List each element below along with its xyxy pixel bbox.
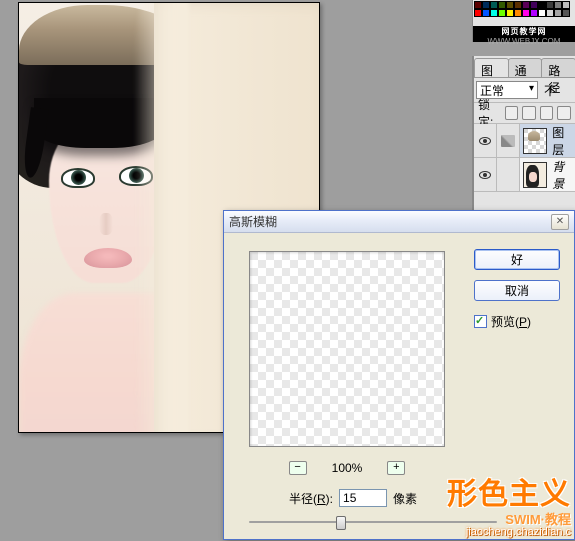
filter-preview[interactable] [249, 251, 445, 447]
swatch[interactable] [498, 1, 506, 9]
radius-slider[interactable] [249, 515, 497, 531]
swatch[interactable] [474, 9, 482, 17]
radius-unit: 像素 [393, 490, 417, 507]
swatch[interactable] [562, 9, 570, 17]
swatch[interactable] [554, 9, 562, 17]
dialog-title: 高斯模糊 [229, 213, 277, 230]
opacity-label: 不 [544, 82, 556, 99]
preview-checkbox[interactable] [474, 315, 487, 328]
preview-checkbox-label: 预览(P) [491, 313, 531, 330]
layer-thumbnail[interactable] [523, 162, 548, 188]
slider-thumb[interactable] [336, 516, 346, 530]
swatch[interactable] [514, 9, 522, 17]
swatch[interactable] [538, 1, 546, 9]
layer-visibility-toggle[interactable] [474, 158, 497, 191]
gaussian-blur-dialog: 高斯模糊 ✕ − 100% + 半径(R): 像素 好 取消 预览(P) [223, 210, 575, 540]
close-button[interactable]: ✕ [551, 214, 569, 230]
swatch[interactable] [554, 1, 562, 9]
cancel-button[interactable]: 取消 [474, 280, 560, 301]
swatch[interactable] [546, 1, 554, 9]
blend-mode-select[interactable]: 正常 [476, 81, 538, 99]
swatch[interactable] [538, 9, 546, 17]
swatch[interactable] [482, 1, 490, 9]
layer-row[interactable]: 图层 [474, 124, 575, 158]
swatch[interactable] [530, 9, 538, 17]
layer-name: 图层 [550, 124, 575, 158]
zoom-value: 100% [332, 461, 363, 475]
brand-url: WWW.WEBJX.COM [488, 37, 561, 46]
zoom-in-button[interactable]: + [387, 461, 405, 475]
swatch[interactable] [562, 1, 570, 9]
layer-visibility-toggle[interactable] [474, 124, 497, 157]
brush-icon [501, 135, 515, 147]
layers-panel: 图层 通道 路径 正常 不 锁定: 图层 背景 [473, 56, 575, 216]
radius-label: 半径(R): [289, 490, 333, 507]
close-icon: ✕ [556, 216, 564, 227]
preview-checkbox-row[interactable]: 预览(P) [474, 313, 560, 330]
zoom-out-button[interactable]: − [289, 461, 307, 475]
swatches-panel: 网页教学网 WWW.WEBJX.COM [473, 0, 575, 42]
radius-input[interactable] [339, 489, 387, 507]
swatch[interactable] [506, 1, 514, 9]
swatch[interactable] [482, 9, 490, 17]
tab-layers[interactable]: 图层 [474, 58, 509, 77]
lock-transparency-icon[interactable] [505, 106, 519, 120]
tab-paths[interactable]: 路径 [541, 58, 575, 77]
brand-title: 网页教学网 [473, 27, 575, 37]
lock-position-icon[interactable] [540, 106, 554, 120]
swatch[interactable] [514, 1, 522, 9]
tab-channels[interactable]: 通道 [508, 58, 543, 77]
brand-banner: 网页教学网 WWW.WEBJX.COM [473, 26, 575, 42]
swatch[interactable] [546, 9, 554, 17]
swatch[interactable] [498, 9, 506, 17]
ok-button[interactable]: 好 [474, 249, 560, 270]
layer-thumbnail[interactable] [523, 128, 548, 154]
swatch[interactable] [506, 9, 514, 17]
swatch[interactable] [530, 1, 538, 9]
lock-all-icon[interactable] [557, 106, 571, 120]
swatch[interactable] [522, 9, 530, 17]
swatch[interactable] [490, 9, 498, 17]
swatch[interactable] [474, 1, 482, 9]
layer-row[interactable]: 背景 [474, 158, 575, 192]
lock-paint-icon[interactable] [522, 106, 536, 120]
eye-icon [479, 171, 491, 179]
layer-name: 背景 [550, 158, 575, 192]
dialog-titlebar[interactable]: 高斯模糊 ✕ [224, 211, 574, 233]
swatch[interactable] [522, 1, 530, 9]
eye-icon [479, 137, 491, 145]
swatch[interactable] [490, 1, 498, 9]
